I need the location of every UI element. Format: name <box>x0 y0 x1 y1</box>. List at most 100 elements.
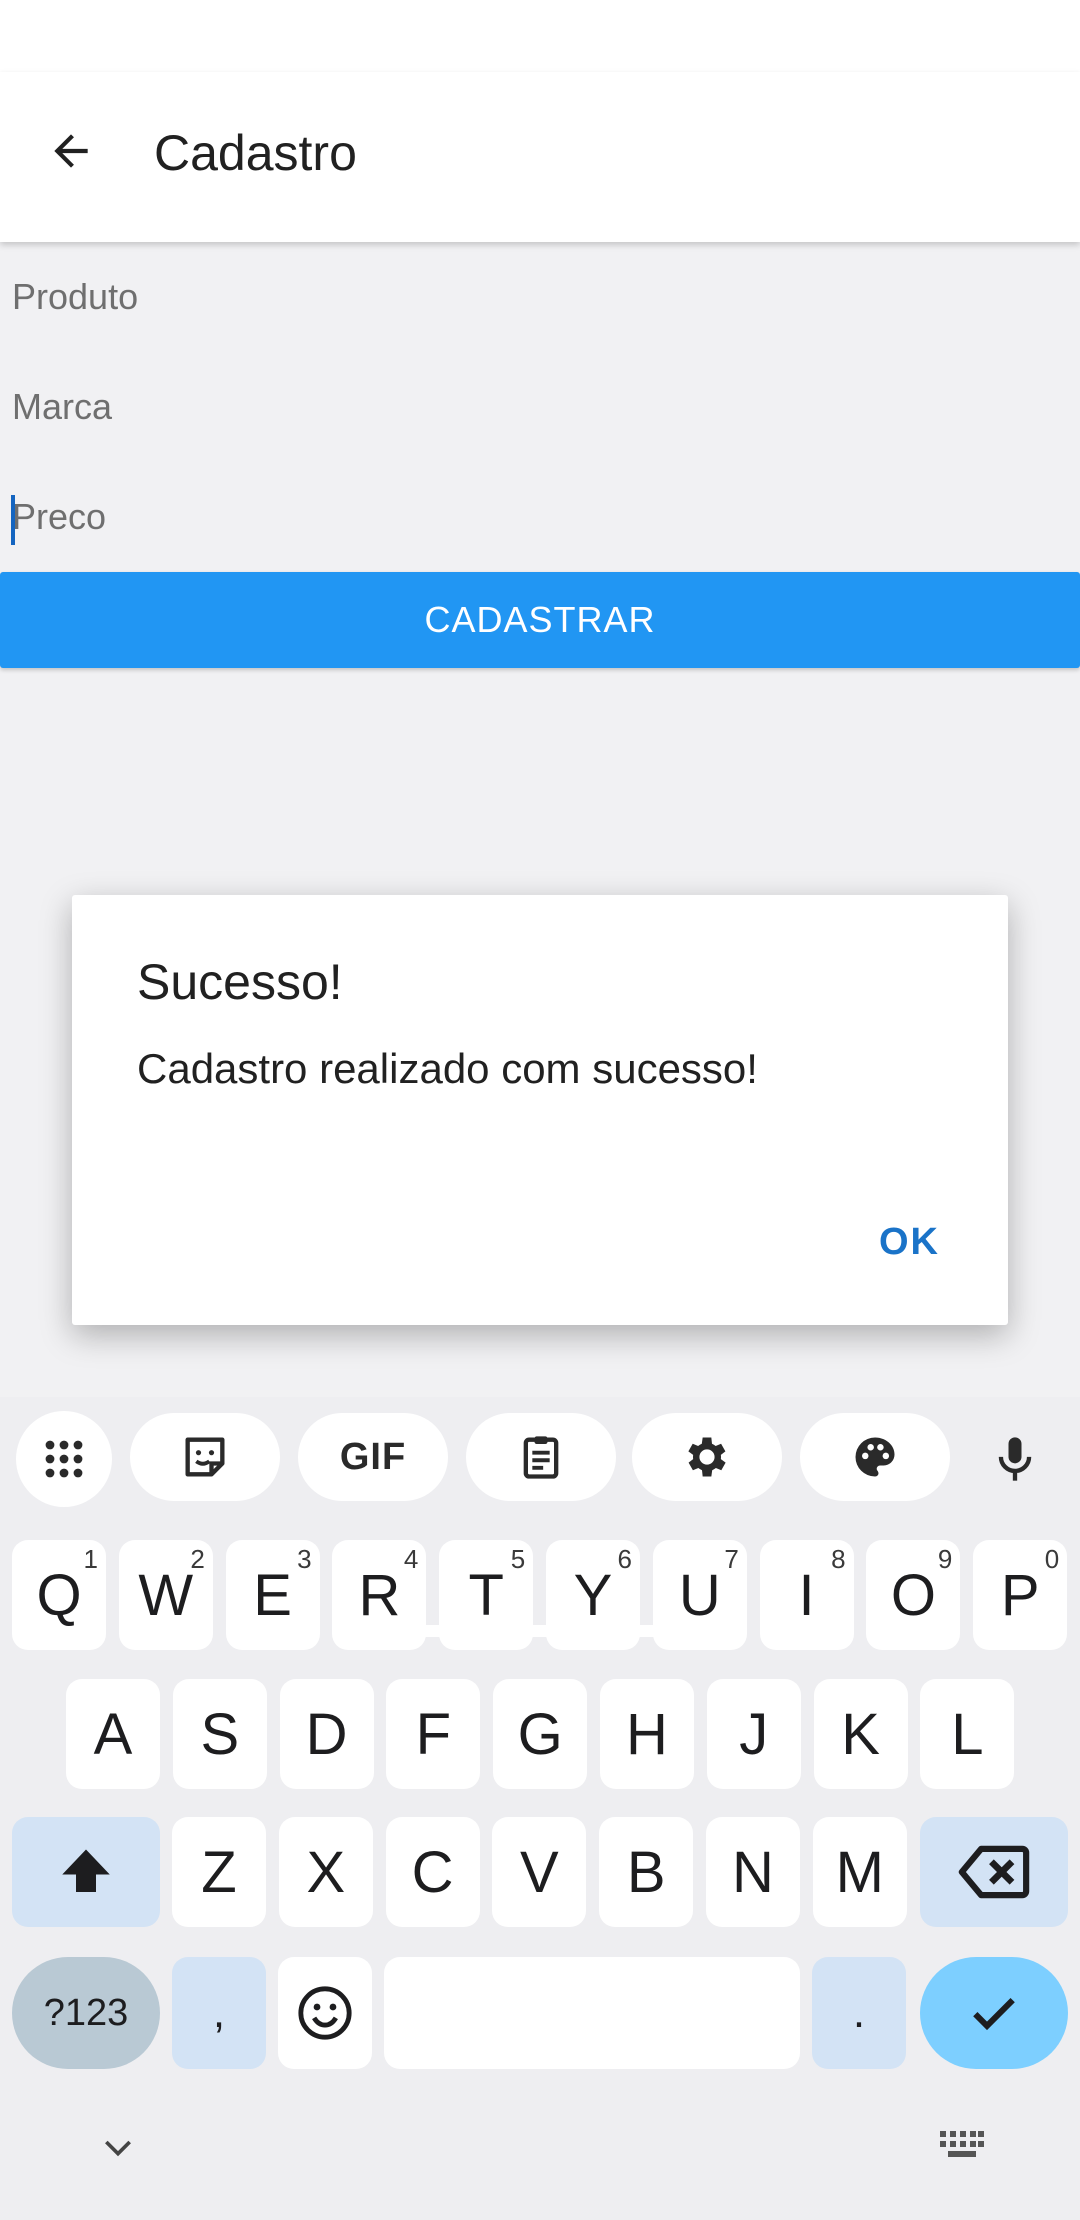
symbols-key[interactable]: ?123 <box>12 1957 160 2069</box>
key-h[interactable]: H <box>600 1679 694 1789</box>
gif-button[interactable]: GIF <box>298 1413 448 1501</box>
key-y-hint: 6 <box>617 1544 632 1574</box>
key-g-label: G <box>517 1701 563 1767</box>
soft-keyboard: G I F ?123 , . Q 1 W 2 E 3 R 4 T 5 Y 6 U 7… <box>0 1397 1080 2220</box>
key-q-label: Q <box>36 1562 82 1628</box>
key-p-hint: 0 <box>1044 1544 1060 1574</box>
key-q-hint: 1 <box>83 1544 98 1574</box>
key-i-hint: 8 <box>831 1544 846 1574</box>
app-bar: Cadastro <box>0 72 1080 242</box>
key-h-label: H <box>626 1701 668 1767</box>
sticker-icon <box>185 1437 225 1477</box>
clipboard-icon <box>523 1436 559 1479</box>
key-c-label: C <box>411 1839 454 1905</box>
space-key[interactable] <box>384 1957 800 2069</box>
preco-input[interactable] <box>0 462 1080 572</box>
key-f[interactable]: F <box>386 1679 481 1789</box>
gesture-home-bar[interactable] <box>392 1625 688 1637</box>
settings-button[interactable] <box>632 1413 782 1501</box>
key-t-label: T <box>468 1562 504 1628</box>
settings-gear-icon <box>688 1437 726 1477</box>
palette-icon <box>855 1437 895 1477</box>
key-g[interactable]: G <box>493 1679 588 1789</box>
key-e-label: E <box>253 1562 292 1628</box>
key-k-label: K <box>841 1701 880 1767</box>
key-r-label: R <box>358 1562 401 1628</box>
key-a-label: A <box>93 1701 133 1767</box>
apps-grid-button[interactable] <box>16 1411 112 1507</box>
key-v[interactable]: V <box>492 1817 587 1927</box>
shift-icon <box>62 1849 110 1892</box>
marca-field-wrapper <box>0 352 1080 462</box>
keyboard-nav-row <box>0 2097 1080 2220</box>
key-q[interactable]: Q1 <box>12 1540 106 1650</box>
key-p[interactable]: P0 <box>973 1540 1068 1650</box>
marca-input[interactable] <box>0 352 1080 462</box>
emoji-key[interactable] <box>278 1957 372 2069</box>
dialog-title: Sucesso! <box>137 954 343 1010</box>
sticker-button[interactable] <box>130 1413 280 1501</box>
microphone-icon <box>998 1437 1032 1481</box>
clipboard-button[interactable] <box>466 1413 616 1501</box>
key-j[interactable]: J <box>706 1679 801 1789</box>
voice-input-button[interactable] <box>972 1411 1058 1507</box>
shift-key[interactable] <box>12 1817 160 1927</box>
key-u-hint: 7 <box>724 1544 739 1574</box>
key-u-label: U <box>678 1562 721 1628</box>
switch-keyboard-button[interactable] <box>930 2117 994 2177</box>
key-k[interactable]: K <box>813 1679 908 1789</box>
key-j-label: J <box>739 1701 769 1767</box>
back-button[interactable] <box>30 110 112 192</box>
key-o[interactable]: O9 <box>866 1540 961 1650</box>
text-cursor <box>11 495 15 545</box>
key-z-label: Z <box>201 1839 237 1905</box>
preco-field-wrapper <box>0 462 1080 572</box>
produto-input[interactable] <box>0 242 1080 352</box>
key-m[interactable]: M <box>812 1817 907 1927</box>
key-m-label: M <box>835 1839 884 1905</box>
key-d-label: D <box>305 1701 348 1767</box>
status-bar <box>0 0 1080 72</box>
key-o-label: O <box>890 1562 936 1628</box>
key-e[interactable]: E3 <box>225 1540 320 1650</box>
key-n-label: N <box>732 1839 774 1905</box>
theme-button[interactable] <box>800 1413 950 1501</box>
key-l[interactable]: L <box>920 1679 1015 1789</box>
key-a[interactable]: A <box>66 1679 160 1789</box>
key-z[interactable]: Z <box>172 1817 266 1927</box>
key-t-hint: 5 <box>510 1544 526 1574</box>
success-dialog: Sucesso! Cadastro realizado com sucesso!… <box>72 895 1008 1325</box>
key-v-label: V <box>520 1839 559 1905</box>
key-w[interactable]: W2 <box>118 1540 213 1650</box>
key-i[interactable]: I8 <box>759 1540 854 1650</box>
dialog-ok-button[interactable]: OK <box>871 1217 948 1268</box>
key-l-label: L <box>951 1701 984 1767</box>
backspace-icon <box>958 1845 1030 1899</box>
key-p-label: P <box>1000 1562 1040 1628</box>
key-f-label: F <box>415 1701 452 1767</box>
key-x[interactable]: X <box>278 1817 373 1927</box>
enter-key[interactable] <box>920 1957 1068 2069</box>
gif-label: GIF <box>339 1435 407 1478</box>
key-d[interactable]: D <box>279 1679 374 1789</box>
key-s-label: S <box>200 1701 240 1767</box>
key-w-label: W <box>138 1562 194 1628</box>
key-b[interactable]: B <box>599 1817 694 1927</box>
key-i-label: I <box>798 1562 815 1628</box>
key-b-label: B <box>626 1839 666 1905</box>
emoji-icon <box>298 1986 352 2040</box>
period-key[interactable]: . <box>812 1957 906 2069</box>
comma-key[interactable]: , <box>172 1957 266 2069</box>
key-c[interactable]: C <box>385 1817 480 1927</box>
key-n[interactable]: N <box>706 1817 800 1927</box>
key-s[interactable]: S <box>172 1679 267 1789</box>
backspace-key[interactable] <box>920 1817 1068 1927</box>
key-r-hint: 4 <box>403 1544 419 1574</box>
keyboard-toolbar: GIF <box>0 1397 1080 1537</box>
hide-keyboard-button[interactable] <box>88 2117 148 2177</box>
cadastrar-button[interactable]: CADASTRAR <box>0 572 1080 668</box>
arrow-back-icon <box>54 134 88 168</box>
dialog-message: Cadastro realizado com sucesso! <box>137 1045 758 1092</box>
key-e-hint: 3 <box>297 1544 312 1574</box>
keyboard-icon <box>940 2131 984 2157</box>
